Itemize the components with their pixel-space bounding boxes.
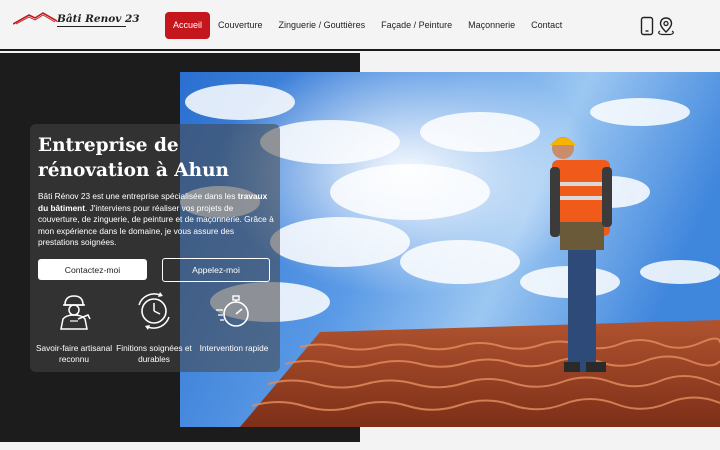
feature-savoir-faire: Savoir-faire artisanal reconnu [34,291,114,366]
call-button[interactable]: Appelez-moi [162,258,270,282]
nav-item-maconnerie[interactable]: Maçonnerie [460,12,523,39]
brand-name: Bâti Renov 23 [57,13,140,25]
feature-label: Intervention rapide [199,343,269,353]
phone-icon[interactable] [637,16,657,36]
nav-item-couverture[interactable]: Couverture [210,12,271,39]
nav-item-contact[interactable]: Contact [523,12,570,39]
nav-item-zinguerie[interactable]: Zinguerie / Gouttières [271,12,374,39]
hero-description: Bâti Rénov 23 est une entreprise spécial… [38,191,274,249]
main-menu: Accueil Couverture Zinguerie / Gouttière… [165,12,570,39]
header-nav: Bâti Renov 23 Accueil Couverture Zinguer… [0,0,720,51]
hero-title-line-1: Entreprise de [38,135,179,156]
feature-intervention: Intervention rapide [194,291,274,354]
location-pin-icon[interactable] [656,16,676,36]
brand-logo[interactable]: Bâti Renov 23 [12,11,140,31]
nav-item-facade[interactable]: Façade / Peinture [373,12,460,39]
stopwatch-icon [216,295,249,327]
hero-desc-before: Bâti Rénov 23 est une entreprise spécial… [38,191,238,201]
feature-finitions: Finitions soignées et durables [114,291,194,366]
nav-item-accueil[interactable]: Accueil [165,12,211,39]
clock-icon [138,292,170,330]
hero-title-line-2: rénovation à Ahun [38,160,229,181]
feature-label: Finitions soignées et durables [116,343,192,365]
contact-button[interactable]: Contactez-moi [38,259,147,280]
feature-label: Savoir-faire artisanal reconnu [35,343,113,365]
hero-title: Entreprise de rénovation à Ahun [38,133,268,183]
brand-underline [57,26,126,27]
worker-icon [60,295,91,330]
roof-logo-icon [12,12,58,25]
